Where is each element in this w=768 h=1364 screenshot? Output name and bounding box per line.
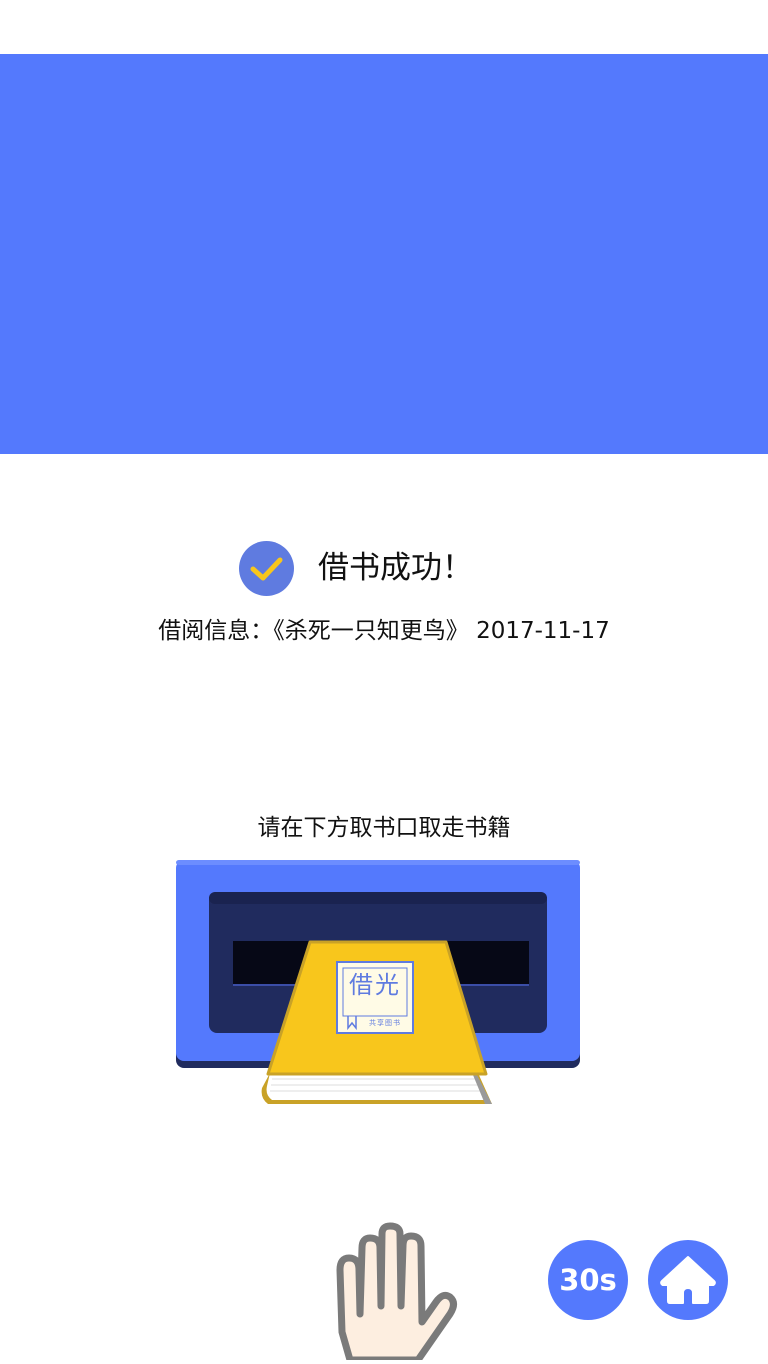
success-message: 借书成功！: [0, 540, 768, 598]
borrow-info: 借阅信息：《杀死一只知更鸟》 2017-11-17: [0, 614, 768, 648]
pickup-instruction: 请在下方取书口取走书籍: [257, 815, 511, 841]
borrow-info-label: 借阅信息：: [158, 618, 274, 644]
home-icon: [660, 1256, 716, 1304]
top-banner: [0, 54, 768, 454]
home-button[interactable]: [648, 1240, 728, 1320]
book-cover-subtitle: 共享图书: [369, 1019, 401, 1027]
check-icon: [239, 541, 294, 596]
borrow-book-title: 《杀死一只知更鸟》: [273, 618, 469, 644]
book-slot-illustration: 借光 共享图书: [176, 860, 581, 1108]
hand-icon: [332, 1222, 458, 1364]
success-title: 借书成功！: [318, 550, 473, 586]
countdown-timer-button[interactable]: 30s: [548, 1240, 628, 1320]
countdown-timer-label: 30s: [559, 1263, 617, 1297]
book-cover-title: 借光: [349, 971, 401, 999]
borrow-date: 2017-11-17: [476, 618, 610, 644]
